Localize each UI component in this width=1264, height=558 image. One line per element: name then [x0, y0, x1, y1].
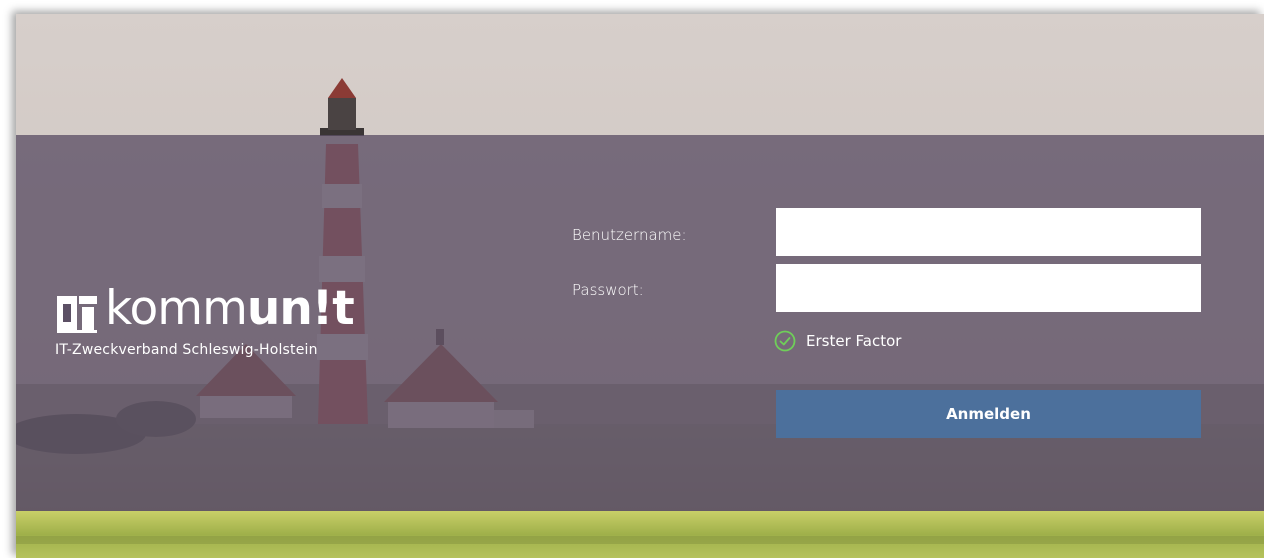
login-page: kommun!t IT-Zweckverband Schleswig-Holst…: [16, 14, 1264, 558]
first-factor-status: Erster Factor: [774, 329, 901, 353]
username-input[interactable]: [776, 208, 1201, 256]
first-factor-label: Erster Factor: [806, 332, 902, 350]
password-input[interactable]: [776, 264, 1201, 312]
kommunit-logo-mark-icon: [57, 296, 97, 333]
kommunit-logo: kommun!t IT-Zweckverband Schleswig-Holst…: [55, 281, 355, 366]
logo-wordmark-bold: un!t: [246, 281, 355, 336]
logo-wordmark: kommun!t: [105, 280, 355, 338]
check-circle-icon: [774, 330, 796, 352]
logo-wordmark-light: komm: [105, 281, 248, 336]
password-label: Passwort:: [572, 281, 644, 299]
username-label: Benutzername:: [572, 226, 687, 244]
login-button[interactable]: Anmelden: [776, 390, 1201, 438]
logo-subtitle: IT-Zweckverband Schleswig-Holstein: [55, 342, 318, 358]
